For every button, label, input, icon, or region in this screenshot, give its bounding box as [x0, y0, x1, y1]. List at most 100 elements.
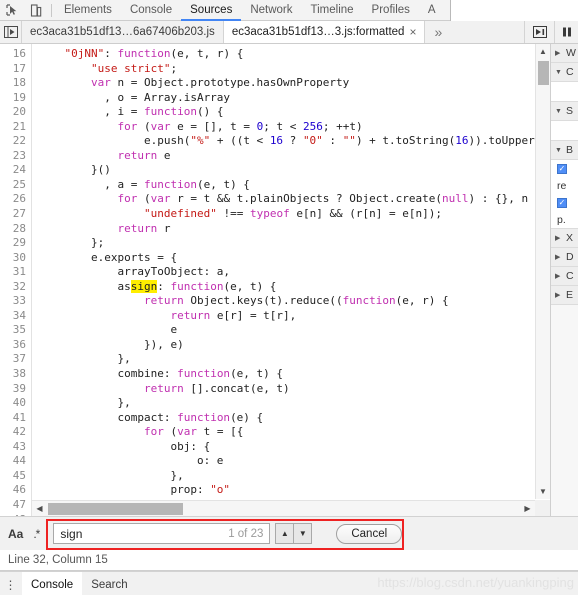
code-line[interactable]: prop: "o": [38, 483, 550, 498]
match-case-toggle[interactable]: Aa: [6, 527, 25, 541]
code-lines[interactable]: "0jNN": function(e, t, r) { "use strict"…: [32, 44, 550, 516]
drawer-tab-search[interactable]: Search: [82, 572, 136, 595]
code-line[interactable]: for (var r = t && t.plainObjects ? Objec…: [38, 192, 550, 207]
editor-tab-original[interactable]: ec3aca31b51df13…6a67406b203.js: [22, 21, 224, 43]
scroll-right-icon[interactable]: ▶: [520, 504, 535, 513]
drawer-tab-console[interactable]: Console: [22, 572, 83, 595]
code-line[interactable]: "0jNN": function(e, t, r) {: [38, 47, 550, 62]
line-number[interactable]: 47: [0, 498, 31, 513]
line-number[interactable]: 22: [0, 134, 31, 149]
code-line[interactable]: compact: function(e) {: [38, 411, 550, 426]
tab-audits[interactable]: A: [419, 0, 445, 21]
code-line[interactable]: return e[r] = t[r],: [38, 309, 550, 324]
line-number[interactable]: 46: [0, 483, 31, 498]
checkbox-checked-icon[interactable]: ✓: [557, 197, 567, 208]
line-number[interactable]: 45: [0, 469, 31, 484]
code-line[interactable]: e: [38, 323, 550, 338]
code-line[interactable]: };: [38, 236, 550, 251]
sidebar-section-xhr-breakpoints[interactable]: ▶ X: [551, 229, 578, 248]
line-number[interactable]: 17: [0, 62, 31, 77]
code-line[interactable]: e.exports = {: [38, 251, 550, 266]
scroll-left-icon[interactable]: ◀: [32, 504, 47, 513]
code-line[interactable]: , o = Array.isArray: [38, 91, 550, 106]
sidebar-section-callstack[interactable]: ▼ C: [551, 63, 578, 82]
line-number[interactable]: 42: [0, 425, 31, 440]
code-line[interactable]: assign: function(e, t) {: [38, 279, 550, 295]
line-number[interactable]: 31: [0, 265, 31, 280]
code-line[interactable]: return r: [38, 222, 550, 237]
resume-script-icon[interactable]: [524, 21, 554, 43]
code-line[interactable]: arrayToObject: a,: [38, 265, 550, 280]
tab-console[interactable]: Console: [121, 0, 181, 21]
line-number[interactable]: 43: [0, 440, 31, 455]
line-number[interactable]: 27: [0, 207, 31, 222]
line-number[interactable]: 39: [0, 382, 31, 397]
breakpoint-checkbox-row[interactable]: ✓: [551, 194, 578, 211]
vertical-scroll-thumb[interactable]: [538, 61, 549, 85]
code-line[interactable]: "use strict";: [38, 62, 550, 77]
editor-vertical-scrollbar[interactable]: ▲ ▼: [535, 44, 550, 499]
scroll-down-icon[interactable]: ▼: [536, 484, 550, 499]
code-line[interactable]: }), e): [38, 338, 550, 353]
line-number[interactable]: 40: [0, 396, 31, 411]
code-line[interactable]: obj: {: [38, 440, 550, 455]
line-number[interactable]: 18: [0, 76, 31, 91]
checkbox-checked-icon[interactable]: ✓: [557, 163, 567, 174]
tab-overflow-button[interactable]: »: [425, 21, 451, 43]
line-number[interactable]: 23: [0, 149, 31, 164]
regex-toggle[interactable]: .*: [31, 527, 41, 541]
line-number[interactable]: 33: [0, 294, 31, 309]
code-line[interactable]: return e: [38, 149, 550, 164]
tab-elements[interactable]: Elements: [55, 0, 121, 21]
line-number[interactable]: 24: [0, 163, 31, 178]
line-number[interactable]: 32: [0, 280, 31, 295]
line-number[interactable]: 36: [0, 338, 31, 353]
code-line[interactable]: combine: function(e, t) {: [38, 367, 550, 382]
editor-tab-formatted[interactable]: ec3aca31b51df13…3.js:formatted ×: [223, 21, 426, 43]
line-number[interactable]: 28: [0, 222, 31, 237]
sidebar-section-watch[interactable]: ▶ W: [551, 44, 578, 63]
line-number[interactable]: 41: [0, 411, 31, 426]
tab-timeline[interactable]: Timeline: [302, 0, 363, 21]
search-input[interactable]: sign 1 of 23: [53, 523, 271, 544]
tab-sources[interactable]: Sources: [181, 0, 241, 21]
sidebar-section-event-listeners[interactable]: ▶ E: [551, 286, 578, 305]
code-line[interactable]: , a = function(e, t) {: [38, 178, 550, 193]
sidebar-section-scope[interactable]: ▼ S: [551, 102, 578, 121]
source-code-editor[interactable]: 16 17 18 19 20 21 22 23 24 25 26 27 28 29 30 31 32 33 34 35…: [0, 44, 551, 516]
breakpoint-checkbox-row[interactable]: ✓: [551, 160, 578, 177]
code-line[interactable]: }(): [38, 163, 550, 178]
code-line[interactable]: },: [38, 352, 550, 367]
pause-script-icon[interactable]: [554, 21, 578, 43]
code-line[interactable]: for (var t = [{: [38, 425, 550, 440]
line-number[interactable]: 30: [0, 251, 31, 266]
device-toggle-icon[interactable]: [24, 0, 48, 21]
line-number[interactable]: 21: [0, 120, 31, 135]
search-next-button[interactable]: ▼: [293, 523, 313, 544]
code-line[interactable]: },: [38, 396, 550, 411]
line-number[interactable]: 19: [0, 91, 31, 106]
line-number[interactable]: 20: [0, 105, 31, 120]
line-number[interactable]: 29: [0, 236, 31, 251]
line-number[interactable]: 26: [0, 192, 31, 207]
code-line[interactable]: "undefined" !== typeof e[n] && (r[n] = e…: [38, 207, 550, 222]
step-over-icon[interactable]: [0, 21, 22, 43]
sidebar-section-dom-breakpoints[interactable]: ▶ D: [551, 248, 578, 267]
close-icon[interactable]: ×: [409, 25, 416, 39]
editor-horizontal-scrollbar[interactable]: ◀ ▶: [32, 500, 535, 516]
code-line[interactable]: , i = function() {: [38, 105, 550, 120]
line-number[interactable]: 38: [0, 367, 31, 382]
breakpoint-label-row[interactable]: re: [551, 177, 578, 194]
inspect-cursor-icon[interactable]: [0, 0, 24, 21]
breakpoint-label-row[interactable]: p.: [551, 211, 578, 228]
code-line[interactable]: e.push("%" + ((t < 16 ? "0" : "") + t.to…: [38, 134, 550, 149]
code-line[interactable]: return [].concat(e, t): [38, 382, 550, 397]
search-prev-button[interactable]: ▲: [275, 523, 295, 544]
horizontal-scroll-thumb[interactable]: [48, 503, 183, 515]
line-number[interactable]: 37: [0, 352, 31, 367]
cancel-button[interactable]: Cancel: [336, 523, 403, 544]
line-number[interactable]: 34: [0, 309, 31, 324]
sidebar-section-breakpoints[interactable]: ▼ B: [551, 141, 578, 160]
more-vertical-icon[interactable]: ⋮: [0, 572, 22, 595]
code-line[interactable]: },: [38, 469, 550, 484]
